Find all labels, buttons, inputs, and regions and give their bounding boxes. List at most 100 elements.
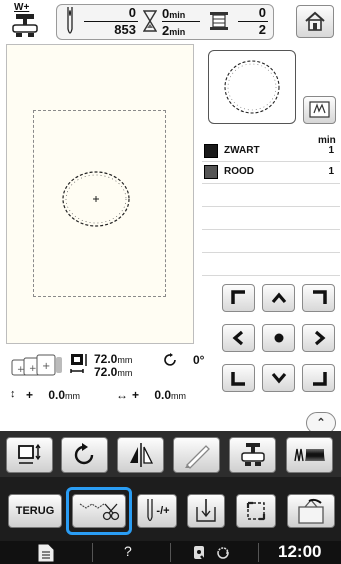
list-divider [202,183,340,184]
thread-preview-icon [309,101,330,118]
presser-foot-icon [240,443,265,466]
height-unit: mm [117,355,133,365]
rotate-icon [74,443,93,465]
thread-tension-button[interactable]: -/+ [137,494,177,528]
resize-icon [17,443,41,464]
vertical-offset-unit: mm [65,391,81,401]
document-icon[interactable] [38,544,54,562]
density-icon [293,448,325,462]
move-left-button[interactable] [222,324,255,352]
chevron-down-icon [271,372,286,384]
color-list-item[interactable]: ROOD 1 [202,164,340,181]
horizontal-offset-unit: mm [171,391,187,401]
home-icon [305,11,325,31]
color-time: 1 [328,145,334,156]
width-readout: 72.0mm [94,365,132,379]
move-down-button[interactable] [262,364,295,392]
vertical-offset-prefix: + [26,388,34,402]
vertical-offset-icon: ↕ [10,388,16,400]
color-name: ROOD [224,166,254,177]
color-list-item[interactable]: ZWART 1 [202,143,340,160]
list-divider [202,275,340,276]
color-name: ZWART [224,145,260,156]
horizontal-offset-readout: + 0.0mm [132,388,186,402]
corner-up-right-icon [312,290,327,304]
list-divider [202,206,340,207]
embroidery-hoop-icon [298,498,324,524]
mirror-icon [129,443,153,467]
time-total-group: 2min [162,22,202,40]
embroider-button[interactable] [287,494,335,528]
footer-divider [92,543,93,562]
move-up-left-button[interactable] [222,284,255,312]
sync-icon [215,545,231,561]
design-preview [208,50,296,124]
mirror-button[interactable] [117,437,164,473]
footer-divider [258,543,259,562]
footer-divider [170,543,171,562]
time-unit-bottom: min [169,27,186,37]
back-button[interactable]: TERUG [8,494,62,528]
height-readout: 72.0mm [94,352,132,366]
color-count-current: 0 [258,5,266,20]
horizontal-offset-value: 0.0 [154,388,172,402]
rotate-button[interactable] [61,437,108,473]
move-down-right-button[interactable] [302,364,335,392]
wireless-status-icon [192,544,208,562]
presser-foot-label: W+ [14,2,30,13]
clock: 12:00 [278,542,322,561]
list-divider [202,252,340,253]
thread-swatch-icon [204,165,218,179]
needle-icon [147,499,154,522]
needle-position-button[interactable] [187,494,225,528]
home-button[interactable] [296,5,334,38]
chevron-right-icon [314,330,325,346]
corner-down-left-icon [230,372,245,386]
color-count-total: 2 [258,22,266,37]
thread-swatch-icon [204,144,218,158]
preview-button[interactable] [303,96,336,124]
horizontal-offset-prefix: + [132,388,140,402]
double-chevron-up-icon: ⌃ [316,417,326,429]
corner-down-right-icon [312,372,327,386]
center-dot-icon [274,333,283,343]
move-up-button[interactable] [262,284,295,312]
color-time: 1 [328,166,334,177]
width-value: 72.0 [94,365,118,379]
help-button[interactable]: ? [124,543,132,559]
presser-foot-icon [10,14,40,38]
needle-icon [64,7,76,37]
size-icon [69,352,91,378]
svg-text:+: + [29,364,37,374]
list-divider [202,229,340,230]
vertical-offset-readout: + 0.0mm [26,388,80,402]
trial-frame-icon [246,501,266,521]
center-button[interactable] [262,324,295,352]
time-unit-top: min [169,10,186,20]
presser-foot-button[interactable] [229,437,276,473]
chevron-left-icon [232,330,243,346]
design-on-canvas[interactable] [58,168,134,230]
move-up-right-button[interactable] [302,284,335,312]
width-unit: mm [117,368,133,378]
corner-up-left-icon [230,290,245,304]
needle-position-icon [196,499,216,522]
list-divider [202,161,340,162]
height-value: 72.0 [94,352,118,366]
jump-stitch-trim-button[interactable] [72,494,126,528]
svg-text:+: + [17,365,25,375]
edit-pen-button[interactable] [173,437,220,473]
rotation-value: 0° [193,353,205,367]
trial-button[interactable] [236,494,276,528]
horizontal-offset-icon: ↔ [116,388,128,402]
back-label: TERUG [15,505,55,517]
move-right-button[interactable] [302,324,335,352]
move-down-left-button[interactable] [222,364,255,392]
size-button[interactable] [6,437,53,473]
stitch-density-button[interactable] [286,437,333,473]
scissors-trim-icon [79,503,120,521]
stitch-count-total: 853 [114,22,136,37]
thread-adjust-label: -/+ [156,505,170,517]
chevron-up-icon [271,292,286,304]
vertical-offset-value: 0.0 [48,388,66,402]
